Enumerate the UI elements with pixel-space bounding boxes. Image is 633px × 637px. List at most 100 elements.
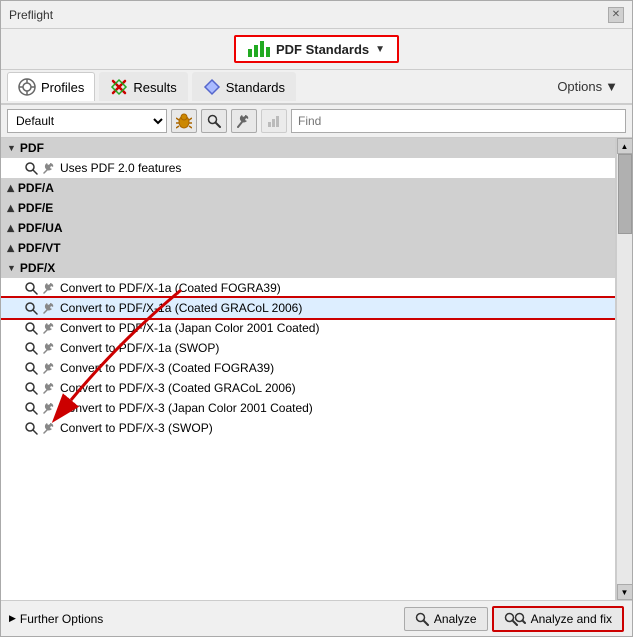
item-label: Convert to PDF/X-3 (Coated GRACoL 2006) xyxy=(60,381,296,395)
item-label: Convert to PDF/X-1a (Japan Color 2001 Co… xyxy=(60,321,319,335)
tab-results-label: Results xyxy=(133,80,176,95)
list-item[interactable]: Uses PDF 2.0 features xyxy=(1,158,615,178)
wrench-icon xyxy=(43,342,55,354)
analyze-fix-button[interactable]: Analyze and fix xyxy=(492,606,624,632)
scrollbar[interactable]: ▲ ▼ xyxy=(616,138,632,600)
item-label: Convert to PDF/X-3 (Japan Color 2001 Coa… xyxy=(60,401,313,415)
wrench-icon xyxy=(43,322,55,334)
bug-icon-button[interactable] xyxy=(171,109,197,133)
search-icon xyxy=(25,382,38,395)
search-icon xyxy=(25,362,38,375)
tab-results[interactable]: Results xyxy=(99,72,187,101)
list-item[interactable]: Convert to PDF/X-1a (Coated FOGRA39) xyxy=(1,278,615,298)
toolbar: Default xyxy=(1,105,632,138)
scrollbar-track[interactable] xyxy=(617,154,633,584)
scrollbar-up-button[interactable]: ▲ xyxy=(617,138,633,154)
pdf-standards-bar: PDF Standards ▼ xyxy=(1,29,632,70)
pdf-group-arrow: ▼ xyxy=(7,143,16,153)
pdf-standards-label: PDF Standards xyxy=(276,42,369,57)
list-item[interactable]: Convert to PDF/X-3 (Coated GRACoL 2006) xyxy=(1,378,615,398)
list-item[interactable]: Convert to PDF/X-3 (Japan Color 2001 Coa… xyxy=(1,398,615,418)
results-icon xyxy=(110,78,128,96)
group-pdf[interactable]: ▼ PDF xyxy=(1,138,615,158)
scrollbar-down-button[interactable]: ▼ xyxy=(617,584,633,600)
profile-dropdown[interactable]: Default xyxy=(7,109,167,133)
title-bar: Preflight ✕ xyxy=(1,1,632,29)
item-label: Convert to PDF/X-1a (Coated FOGRA39) xyxy=(60,281,281,295)
search-icon xyxy=(25,402,38,415)
wrench-icon xyxy=(43,402,55,414)
main-content: ▼ PDF Uses PDF 2.0 features ▶ PDF/A xyxy=(1,138,616,600)
search-icon xyxy=(25,342,38,355)
group-pdfvt[interactable]: ▶ PDF/VT xyxy=(1,238,615,258)
further-options-button[interactable]: ▶ Further Options xyxy=(9,612,103,626)
window-title: Preflight xyxy=(9,8,53,22)
item-label: Convert to PDF/X-3 (Coated FOGRA39) xyxy=(60,361,274,375)
preflight-window: Preflight ✕ PDF Standards ▼ xyxy=(0,0,633,637)
wrench-icon xyxy=(43,282,55,294)
pdf-standards-button[interactable]: PDF Standards ▼ xyxy=(234,35,399,63)
standards-icon xyxy=(203,78,221,96)
profiles-icon xyxy=(18,78,36,96)
tab-profiles-label: Profiles xyxy=(41,80,84,95)
bottom-bar: ▶ Further Options Analyze Analyze and fi… xyxy=(1,600,632,636)
wrench-icon xyxy=(43,162,55,174)
list-item[interactable]: Convert to PDF/X-3 (SWOP) xyxy=(1,418,615,438)
wrench-icon xyxy=(43,382,55,394)
analyze-button[interactable]: Analyze xyxy=(404,607,488,631)
group-pdfx[interactable]: ▼ PDF/X xyxy=(1,258,615,278)
tabs-bar: Profiles Results Standa xyxy=(1,70,632,105)
list-item[interactable]: Convert to PDF/X-1a (SWOP) xyxy=(1,338,615,358)
bar-chart-icon xyxy=(248,41,270,57)
list-item[interactable]: Convert to PDF/X-1a (Japan Color 2001 Co… xyxy=(1,318,615,338)
tab-standards-label: Standards xyxy=(226,80,285,95)
search-icon xyxy=(25,322,38,335)
analyze-search-icon xyxy=(415,612,429,626)
further-options-label: Further Options xyxy=(20,612,103,626)
wrench-icon xyxy=(43,362,55,374)
search-icon xyxy=(25,302,38,315)
item-label: Convert to PDF/X-1a (Coated GRACoL 2006) xyxy=(60,301,302,315)
close-button[interactable]: ✕ xyxy=(608,7,624,23)
wrench-icon xyxy=(43,422,55,434)
find-input[interactable] xyxy=(291,109,626,133)
search-icon xyxy=(25,162,38,175)
tab-profiles[interactable]: Profiles xyxy=(7,72,95,101)
pdf-group-label: PDF xyxy=(20,141,44,155)
search-icon xyxy=(25,422,38,435)
item-label: Uses PDF 2.0 features xyxy=(60,161,181,175)
analyze-fix-label: Analyze and fix xyxy=(531,612,612,626)
analyze-label: Analyze xyxy=(434,612,477,626)
bottom-buttons: Analyze Analyze and fix xyxy=(404,606,624,632)
options-button[interactable]: Options ▼ xyxy=(549,75,626,98)
tabs-left: Profiles Results Standa xyxy=(7,72,296,101)
tree-panel: ▼ PDF Uses PDF 2.0 features ▶ PDF/A xyxy=(1,138,616,600)
chart-toolbar-button[interactable] xyxy=(261,109,287,133)
pdfvt-group-arrow: ▶ xyxy=(5,245,16,252)
pdfua-group-arrow: ▶ xyxy=(5,225,16,232)
analyze-fix-icon xyxy=(504,612,526,626)
pdfx-group-arrow: ▼ xyxy=(7,263,16,273)
pdfua-group-label: PDF/UA xyxy=(18,221,63,235)
item-label: Convert to PDF/X-3 (SWOP) xyxy=(60,421,213,435)
further-options-arrow: ▶ xyxy=(9,613,16,624)
list-item[interactable]: Convert to PDF/X-3 (Coated FOGRA39) xyxy=(1,358,615,378)
pdfe-group-label: PDF/E xyxy=(18,201,53,215)
content-wrapper: ▼ PDF Uses PDF 2.0 features ▶ PDF/A xyxy=(1,138,632,600)
group-pdfua[interactable]: ▶ PDF/UA xyxy=(1,218,615,238)
scrollbar-thumb[interactable] xyxy=(618,154,632,234)
group-pdfe[interactable]: ▶ PDF/E xyxy=(1,198,615,218)
item-label: Convert to PDF/X-1a (SWOP) xyxy=(60,341,219,355)
wrench-toolbar-button[interactable] xyxy=(231,109,257,133)
pdf-standards-dropdown-arrow: ▼ xyxy=(375,44,385,55)
pdfx-group-label: PDF/X xyxy=(20,261,55,275)
tab-standards[interactable]: Standards xyxy=(192,72,296,101)
pdfe-group-arrow: ▶ xyxy=(5,205,16,212)
search-toolbar-button[interactable] xyxy=(201,109,227,133)
group-pdfa[interactable]: ▶ PDF/A xyxy=(1,178,615,198)
pdfa-group-arrow: ▶ xyxy=(5,185,16,192)
pdfvt-group-label: PDF/VT xyxy=(18,241,61,255)
list-item-selected[interactable]: Convert to PDF/X-1a (Coated GRACoL 2006) xyxy=(1,298,615,318)
wrench-icon xyxy=(43,302,55,314)
options-label: Options xyxy=(557,79,602,94)
